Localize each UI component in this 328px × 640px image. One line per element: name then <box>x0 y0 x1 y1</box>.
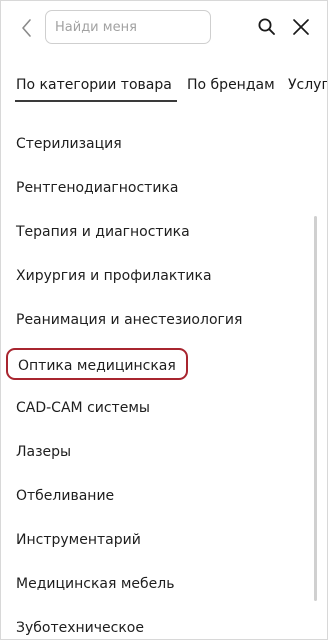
category-item-medical-optics[interactable]: Оптика медицинская <box>6 348 188 380</box>
category-menu-screen: По категории товара По брендам Услуги Ст… <box>0 0 328 640</box>
close-button[interactable] <box>291 17 311 37</box>
tab-services[interactable]: Услуги <box>288 76 327 94</box>
category-item-anesthesiology[interactable]: Реанимация и анестезиология <box>16 308 242 332</box>
search-box <box>45 10 211 44</box>
category-item-dental-lab[interactable]: Зуботехническое <box>16 616 144 639</box>
category-tabs: По категории товара По брендам Услуги <box>1 63 327 109</box>
tab-by-brand[interactable]: По брендам <box>187 76 275 94</box>
tab-by-category[interactable]: По категории товара <box>16 76 172 94</box>
category-item-sterilization[interactable]: Стерилизация <box>16 132 122 156</box>
category-item-instruments[interactable]: Инструментарий <box>16 528 141 552</box>
search-input[interactable] <box>55 12 205 42</box>
category-item-surgery[interactable]: Хирургия и профилактика <box>16 264 212 288</box>
category-item-lasers[interactable]: Лазеры <box>16 440 71 464</box>
search-button[interactable] <box>257 17 277 37</box>
back-button[interactable] <box>15 15 39 41</box>
category-item-radiology[interactable]: Рентгенодиагностика <box>16 176 178 200</box>
header <box>1 1 327 57</box>
close-icon <box>293 19 309 35</box>
search-icon <box>258 18 275 35</box>
category-item-furniture[interactable]: Медицинская мебель <box>16 572 174 596</box>
scrollbar[interactable] <box>314 216 317 601</box>
category-item-therapy[interactable]: Терапия и диагностика <box>16 220 190 244</box>
category-list: Стерилизация Рентгенодиагностика Терапия… <box>1 123 327 639</box>
category-item-cad-cam[interactable]: CAD-CAM системы <box>16 396 150 420</box>
chevron-left-icon <box>22 19 31 37</box>
active-tab-underline <box>15 100 177 102</box>
category-item-whitening[interactable]: Отбеливание <box>16 484 114 508</box>
